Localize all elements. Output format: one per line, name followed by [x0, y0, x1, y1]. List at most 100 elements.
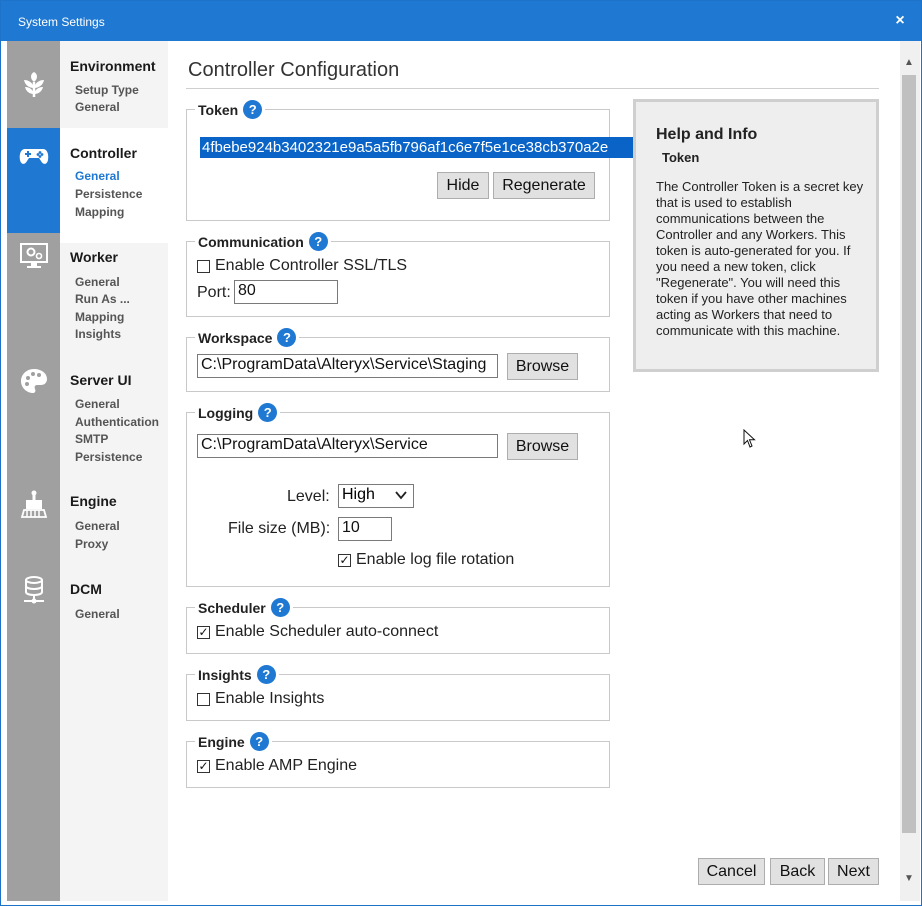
- window-title: System Settings: [18, 15, 105, 29]
- database-icon: [23, 576, 44, 604]
- engine-legend: Engine ?: [195, 732, 272, 751]
- token-help-icon[interactable]: ?: [243, 100, 263, 119]
- chevron-down-icon: [395, 491, 407, 500]
- palette-icon: [20, 369, 47, 393]
- back-button[interactable]: Back: [770, 858, 825, 885]
- rotation-checkbox-label: Enable log file rotation: [356, 551, 515, 568]
- nav-item-proxy[interactable]: Proxy: [75, 537, 108, 551]
- nav-group-engine: Engine General Proxy: [60, 483, 168, 573]
- engine-legend-label: Engine: [198, 733, 245, 750]
- workspace-path-input[interactable]: C:\ProgramData\Alteryx\Service\Staging: [197, 354, 498, 378]
- nav-item-dcm-general[interactable]: General: [75, 607, 120, 621]
- nav-item-controller-general[interactable]: General: [75, 169, 120, 183]
- cancel-button[interactable]: Cancel: [698, 858, 765, 885]
- token-legend-label: Token: [198, 101, 239, 118]
- mouse-cursor-icon: [743, 429, 756, 448]
- nav-item-environment-general[interactable]: General: [75, 100, 120, 114]
- monitor-gear-icon: [19, 243, 48, 268]
- nav-icon-rail: [7, 41, 60, 901]
- level-select[interactable]: High: [338, 484, 414, 508]
- communication-legend: Communication ?: [195, 232, 331, 251]
- help-title: Help and Info: [656, 126, 758, 143]
- workspace-legend-label: Workspace: [198, 329, 273, 346]
- scroll-up-icon[interactable]: ▲: [902, 57, 916, 71]
- insights-checkbox-box[interactable]: [197, 692, 210, 706]
- workspace-help-icon[interactable]: ?: [277, 328, 297, 347]
- scheduler-legend-label: Scheduler: [198, 599, 266, 616]
- next-button[interactable]: Next: [828, 858, 879, 885]
- nav-item-server-ui-persistence[interactable]: Persistence: [75, 450, 142, 464]
- logging-group: Logging ? C:\ProgramData\Alteryx\Service…: [186, 403, 610, 587]
- nav-heading-engine[interactable]: Engine: [70, 493, 117, 509]
- scheduler-checkbox[interactable]: ✓ Enable Scheduler auto-connect: [197, 623, 438, 641]
- filesize-label: File size (MB):: [228, 520, 331, 537]
- logging-help-icon[interactable]: ?: [258, 403, 278, 422]
- nav-icon-worker[interactable]: [7, 241, 60, 271]
- hide-button[interactable]: Hide: [437, 172, 489, 199]
- title-bar: System Settings ×: [1, 1, 921, 41]
- amp-engine-checkbox-box[interactable]: ✓: [197, 759, 210, 773]
- scheduler-checkbox-box[interactable]: ✓: [197, 625, 210, 639]
- communication-help-icon[interactable]: ?: [308, 232, 328, 251]
- rotation-checkbox[interactable]: ✓ Enable log file rotation: [338, 551, 514, 569]
- ssl-checkbox[interactable]: Enable Controller SSL/TLS: [197, 257, 407, 275]
- nav-heading-server-ui[interactable]: Server UI: [70, 372, 131, 388]
- nav-icon-environment[interactable]: [7, 41, 60, 128]
- nav-icon-controller[interactable]: [7, 128, 60, 233]
- amp-engine-checkbox-label: Enable AMP Engine: [215, 757, 358, 774]
- insights-checkbox[interactable]: Enable Insights: [197, 690, 324, 708]
- nav-heading-worker[interactable]: Worker: [70, 249, 118, 265]
- logging-legend: Logging ?: [195, 403, 281, 422]
- port-input[interactable]: 80: [234, 280, 338, 304]
- nav-item-worker-insights[interactable]: Insights: [75, 327, 121, 341]
- insights-legend: Insights ?: [195, 665, 279, 684]
- nav-group-worker: Worker General Run As ... Mapping Insigh…: [60, 243, 168, 363]
- ssl-checkbox-label: Enable Controller SSL/TLS: [215, 257, 408, 274]
- nav-item-controller-persistence[interactable]: Persistence: [75, 187, 142, 201]
- nav-item-authentication[interactable]: Authentication: [75, 415, 159, 429]
- scheduler-legend: Scheduler ?: [195, 598, 293, 617]
- title-divider: [186, 88, 879, 89]
- nav-item-smtp[interactable]: SMTP: [75, 432, 108, 446]
- ssl-checkbox-box[interactable]: [197, 259, 210, 273]
- nav-icon-engine[interactable]: [7, 487, 60, 521]
- scheduler-help-icon[interactable]: ?: [270, 598, 290, 617]
- nav-heading-dcm[interactable]: DCM: [70, 581, 102, 597]
- workspace-browse-button[interactable]: Browse: [507, 353, 578, 380]
- workspace-group: Workspace ? C:\ProgramData\Alteryx\Servi…: [186, 328, 610, 392]
- engine-help-icon[interactable]: ?: [249, 732, 269, 751]
- logging-legend-label: Logging: [198, 404, 254, 421]
- scrollbar-thumb[interactable]: [902, 75, 916, 833]
- communication-group: Communication ? Enable Controller SSL/TL…: [186, 232, 610, 317]
- rotation-checkbox-box[interactable]: ✓: [338, 553, 351, 567]
- logging-browse-button[interactable]: Browse: [507, 433, 578, 460]
- engine-icon: [20, 490, 47, 518]
- close-icon[interactable]: ×: [889, 9, 911, 33]
- scroll-down-icon[interactable]: ▼: [902, 873, 916, 887]
- nav-item-engine-general[interactable]: General: [75, 519, 120, 533]
- scheduler-checkbox-label: Enable Scheduler auto-connect: [215, 623, 439, 640]
- nav-item-worker-run-as[interactable]: Run As ...: [75, 292, 130, 306]
- page-title: Controller Configuration: [188, 59, 400, 81]
- logging-path-input[interactable]: C:\ProgramData\Alteryx\Service: [197, 434, 498, 458]
- filesize-input[interactable]: 10: [338, 517, 392, 541]
- token-value[interactable]: 4fbebe924b3402321e9a5a5fb796af1c6e7f5e1c…: [200, 137, 634, 158]
- vertical-scrollbar[interactable]: ▲ ▼: [900, 41, 920, 901]
- scheduler-group: Scheduler ? ✓ Enable Scheduler auto-conn…: [186, 598, 610, 654]
- insights-group: Insights ? Enable Insights: [186, 665, 610, 721]
- nav-item-server-ui-general[interactable]: General: [75, 397, 120, 411]
- main-panel: Controller Configuration Token ? 4fbebe9…: [168, 41, 900, 901]
- nav-icon-dcm[interactable]: [7, 573, 60, 607]
- nav-item-worker-general[interactable]: General: [75, 275, 120, 289]
- nav-heading-controller[interactable]: Controller: [70, 145, 137, 161]
- nav-heading-environment[interactable]: Environment: [70, 58, 156, 74]
- port-label: Port:: [197, 284, 231, 301]
- insights-help-icon[interactable]: ?: [256, 665, 276, 684]
- nav-item-controller-mapping[interactable]: Mapping: [75, 205, 124, 219]
- nav-item-worker-mapping[interactable]: Mapping: [75, 310, 124, 324]
- nav-item-setup-type[interactable]: Setup Type: [75, 83, 139, 97]
- level-select-value: High: [342, 486, 375, 503]
- amp-engine-checkbox[interactable]: ✓ Enable AMP Engine: [197, 757, 357, 775]
- nav-icon-server-ui[interactable]: [7, 366, 60, 396]
- regenerate-button[interactable]: Regenerate: [493, 172, 595, 199]
